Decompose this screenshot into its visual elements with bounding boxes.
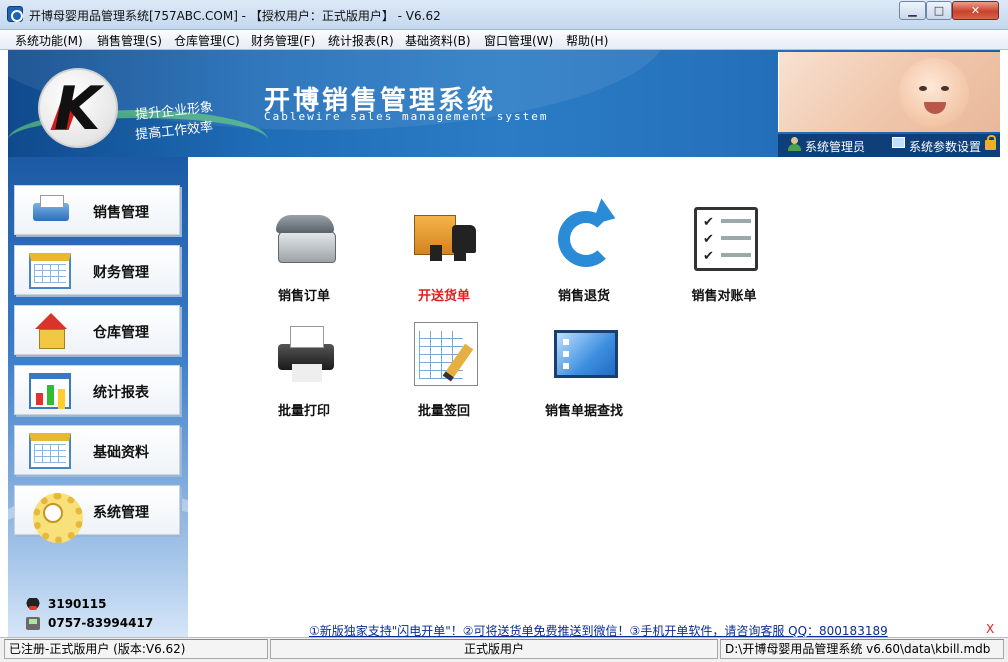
telephone-icon [274, 207, 338, 271]
printer-icon [29, 193, 71, 229]
sidebar: 销售管理 财务管理 仓库管理 统计报表 基础资料 系统管理 3190115 07… [8, 157, 188, 637]
calendar-icon [29, 253, 71, 289]
function-sales-statement[interactable]: 销售对账单 [659, 201, 789, 311]
maximize-button[interactable]: □ [926, 1, 952, 20]
company-logo: K [38, 68, 118, 148]
sidebar-item-label: 仓库管理 [93, 325, 149, 341]
computer-icon [892, 137, 905, 148]
checklist-icon [694, 207, 758, 271]
function-label: 销售订单 [277, 289, 330, 304]
phone-icon [26, 617, 40, 630]
system-settings-link[interactable]: 系统参数设置 [909, 138, 981, 155]
menu-finance[interactable]: 财务管理(F) [251, 32, 315, 49]
sidebar-item-label: 销售管理 [93, 205, 149, 221]
chart-icon [29, 373, 71, 409]
sidebar-item-label: 统计报表 [93, 385, 149, 401]
notice-close-button[interactable]: X [986, 622, 994, 636]
function-batch-sign-back[interactable]: 批量签回 [379, 316, 509, 426]
menu-sales[interactable]: 销售管理(S) [97, 32, 162, 49]
close-button[interactable]: ✕ [952, 1, 999, 20]
phone-number: 0757-83994417 [48, 616, 154, 630]
function-label: 批量签回 [417, 404, 470, 419]
sidebar-item-basic-data[interactable]: 基础资料 [14, 425, 180, 475]
function-label: 销售退货 [557, 289, 610, 304]
window-list-icon [554, 330, 618, 378]
sidebar-item-label: 财务管理 [93, 265, 149, 281]
function-sales-return[interactable]: 销售退货 [519, 201, 649, 311]
title-bar: 开博母婴用品管理系统[757ABC.COM] - 【授权用户：正式版用户】 - … [0, 0, 1008, 30]
baby-mouth [924, 102, 946, 114]
printer-icon [274, 322, 338, 386]
window-title: 开博母婴用品管理系统[757ABC.COM] - 【授权用户：正式版用户】 - … [29, 9, 441, 23]
sidebar-item-label: 基础资料 [93, 445, 149, 461]
truck-icon [414, 207, 478, 271]
function-label: 批量打印 [277, 404, 330, 419]
menu-system[interactable]: 系统功能(M) [15, 32, 83, 49]
baby-eye [941, 86, 949, 91]
sign-sheet-icon [414, 322, 478, 386]
house-icon [29, 313, 71, 349]
function-label: 销售对账单 [691, 289, 757, 304]
sidebar-item-warehouse[interactable]: 仓库管理 [14, 305, 180, 355]
app-icon[interactable] [7, 6, 23, 22]
lock-icon[interactable] [985, 135, 996, 150]
menu-bar: 系统功能(M) 销售管理(S) 仓库管理(C) 财务管理(F) 统计报表(R) … [0, 30, 1008, 50]
menu-help[interactable]: 帮助(H) [566, 32, 608, 49]
sidebar-item-system[interactable]: 系统管理 [14, 485, 180, 543]
qq-number: 3190115 [48, 597, 107, 611]
logo-letter: K [54, 74, 101, 144]
current-user-link[interactable]: 系统管理员 [805, 138, 865, 155]
status-bar: 已注册-正式版用户 (版本:V6.62) 正式版用户 D:\开博母婴用品管理系统… [0, 637, 1008, 662]
sidebar-item-label: 系统管理 [93, 505, 149, 521]
baby-eye [919, 86, 927, 91]
function-delivery-note[interactable]: 开送货单 [379, 201, 509, 311]
minimize-button[interactable]: ▁ [899, 1, 926, 20]
system-subtitle: Cablewire sales management system [264, 110, 549, 123]
function-batch-print[interactable]: 批量打印 [239, 316, 369, 426]
status-edition: 正式版用户 [270, 639, 718, 659]
status-database-path: D:\开博母婴用品管理系统 v6.60\data\kbill.mdb [720, 639, 1004, 659]
calendar-icon [29, 433, 71, 469]
menu-basic-data[interactable]: 基础资料(B) [405, 32, 471, 49]
menu-window[interactable]: 窗口管理(W) [484, 32, 553, 49]
status-registration: 已注册-正式版用户 (版本:V6.62) [4, 639, 268, 659]
baby-face [899, 58, 969, 128]
function-sales-order[interactable]: 销售订单 [239, 201, 369, 311]
return-arrow-icon [558, 211, 614, 267]
function-label: 销售单据查找 [544, 404, 623, 419]
baby-photo [778, 52, 1000, 132]
menu-reports[interactable]: 统计报表(R) [328, 32, 394, 49]
header-banner: K 提升企业形象 提高工作效率 开博销售管理系统 Cablewire sales… [8, 50, 1000, 157]
gear-icon [29, 493, 83, 543]
sidebar-item-reports[interactable]: 统计报表 [14, 365, 180, 415]
user-icon [788, 137, 801, 151]
function-document-search[interactable]: 销售单据查找 [519, 316, 649, 426]
menu-warehouse[interactable]: 仓库管理(C) [174, 32, 240, 49]
sidebar-item-finance[interactable]: 财务管理 [14, 245, 180, 295]
sidebar-item-sales[interactable]: 销售管理 [14, 185, 180, 235]
qq-icon [26, 598, 40, 611]
user-toolbar: 系统管理员 系统参数设置 [778, 134, 1000, 157]
function-label: 开送货单 [417, 289, 470, 304]
